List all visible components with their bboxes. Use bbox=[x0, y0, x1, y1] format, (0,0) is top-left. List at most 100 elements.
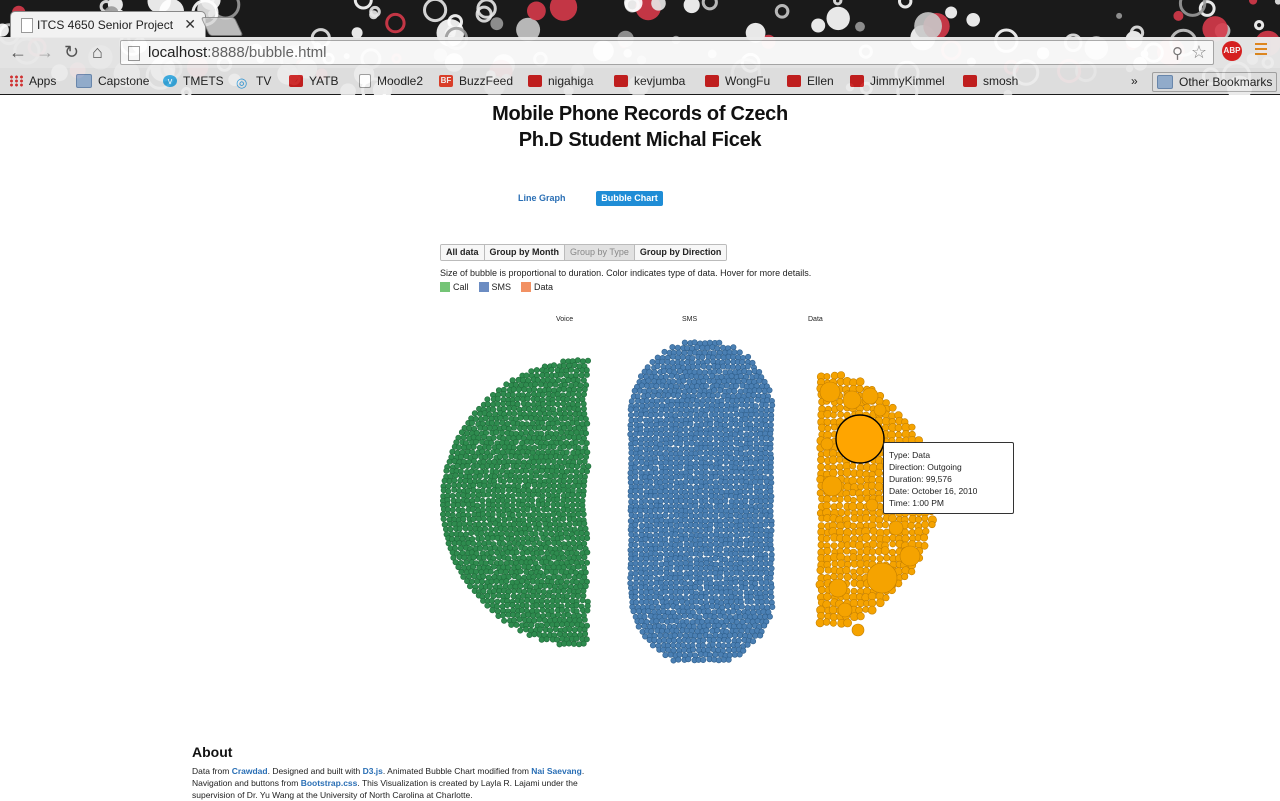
sms-bubble[interactable] bbox=[691, 388, 698, 395]
voice-bubble[interactable] bbox=[511, 588, 518, 595]
data-bubble[interactable] bbox=[882, 594, 890, 602]
sms-bubble[interactable] bbox=[715, 657, 722, 664]
sms-bubble[interactable] bbox=[632, 513, 639, 520]
sms-bubble[interactable] bbox=[642, 560, 649, 567]
sms-bubble[interactable] bbox=[687, 420, 694, 427]
voice-bubble[interactable] bbox=[440, 516, 447, 523]
voice-bubble[interactable] bbox=[537, 381, 544, 388]
sms-bubble[interactable] bbox=[691, 339, 698, 346]
voice-bubble[interactable] bbox=[534, 592, 541, 599]
voice-bubble[interactable] bbox=[523, 372, 530, 379]
voice-bubble[interactable] bbox=[502, 453, 509, 460]
sms-bubble[interactable] bbox=[698, 401, 705, 408]
voice-bubble[interactable] bbox=[583, 371, 590, 378]
sms-bubble[interactable] bbox=[660, 646, 667, 653]
data-bubble[interactable] bbox=[849, 488, 857, 497]
sms-bubble[interactable] bbox=[662, 492, 669, 499]
sms-bubble[interactable] bbox=[648, 421, 655, 428]
voice-bubble[interactable] bbox=[569, 491, 576, 498]
sms-bubble[interactable] bbox=[649, 358, 656, 365]
sms-bubble[interactable] bbox=[748, 569, 755, 576]
sms-bubble[interactable] bbox=[717, 464, 724, 471]
voice-bubble[interactable] bbox=[579, 468, 586, 475]
sms-bubble[interactable] bbox=[657, 555, 664, 562]
sms-bubble[interactable] bbox=[718, 594, 725, 601]
voice-bubble[interactable] bbox=[512, 439, 519, 446]
voice-bubble[interactable] bbox=[487, 583, 494, 590]
data-bubble[interactable] bbox=[875, 598, 885, 608]
data-bubble[interactable] bbox=[868, 598, 877, 608]
voice-bubble[interactable] bbox=[486, 521, 493, 528]
nai-saevang-link[interactable]: Nai Saevang bbox=[531, 766, 582, 776]
bookmark-jimmykimmel[interactable]: JimmyKimmel bbox=[850, 72, 945, 90]
data-bubble[interactable] bbox=[876, 521, 883, 529]
voice-bubble[interactable] bbox=[474, 463, 481, 470]
sms-bubble[interactable] bbox=[642, 579, 649, 586]
sms-bubble[interactable] bbox=[713, 588, 720, 595]
voice-bubble[interactable] bbox=[502, 415, 509, 422]
voice-bubble[interactable] bbox=[485, 444, 492, 451]
voice-bubble[interactable] bbox=[524, 395, 531, 402]
sms-bubble[interactable] bbox=[697, 430, 704, 437]
voice-bubble[interactable] bbox=[533, 602, 540, 609]
voice-bubble[interactable] bbox=[580, 511, 587, 518]
data-bubble[interactable] bbox=[856, 476, 865, 485]
sms-bubble[interactable] bbox=[647, 574, 654, 581]
data-bubble[interactable] bbox=[856, 579, 865, 589]
voice-bubble[interactable] bbox=[531, 631, 538, 638]
voice-bubble[interactable] bbox=[544, 506, 551, 513]
data-bubble[interactable] bbox=[868, 488, 876, 496]
voice-bubble[interactable] bbox=[525, 611, 532, 618]
sms-bubble[interactable] bbox=[687, 402, 694, 409]
voice-bubble[interactable] bbox=[552, 626, 559, 633]
voice-bubble[interactable] bbox=[546, 583, 553, 590]
data-bubble[interactable] bbox=[855, 554, 864, 562]
sms-bubble[interactable] bbox=[657, 479, 664, 486]
voice-bubble[interactable] bbox=[559, 534, 566, 541]
voice-bubble[interactable] bbox=[551, 424, 558, 431]
voice-bubble[interactable] bbox=[516, 478, 523, 485]
voice-bubble[interactable] bbox=[540, 401, 547, 408]
voice-bubble[interactable] bbox=[568, 366, 575, 373]
sms-bubble[interactable] bbox=[758, 541, 765, 548]
voice-bubble[interactable] bbox=[539, 607, 546, 614]
voice-bubble[interactable] bbox=[528, 473, 535, 480]
sms-bubble[interactable] bbox=[762, 450, 769, 457]
sms-bubble[interactable] bbox=[720, 354, 727, 361]
voice-bubble[interactable] bbox=[532, 381, 539, 388]
voice-bubble[interactable] bbox=[528, 439, 535, 446]
voice-bubble[interactable] bbox=[504, 593, 511, 600]
voice-bubble[interactable] bbox=[469, 506, 476, 513]
voice-bubble[interactable] bbox=[530, 491, 537, 498]
sms-bubble[interactable] bbox=[647, 565, 654, 572]
sms-bubble[interactable] bbox=[648, 536, 655, 543]
sms-bubble[interactable] bbox=[718, 402, 725, 409]
voice-bubble[interactable] bbox=[489, 511, 496, 518]
sms-bubble[interactable] bbox=[652, 593, 659, 600]
voice-bubble[interactable] bbox=[536, 616, 543, 623]
data-bubble[interactable] bbox=[883, 554, 891, 562]
sms-bubble[interactable] bbox=[717, 546, 724, 553]
sms-bubble[interactable] bbox=[677, 521, 684, 528]
voice-bubble[interactable] bbox=[501, 617, 508, 624]
sms-bubble[interactable] bbox=[705, 622, 712, 629]
voice-bubble[interactable] bbox=[537, 626, 544, 633]
sms-bubble[interactable] bbox=[690, 646, 697, 653]
sms-bubble[interactable] bbox=[653, 599, 660, 606]
sms-bubble[interactable] bbox=[637, 560, 644, 567]
voice-bubble[interactable] bbox=[519, 448, 526, 455]
data-bubble[interactable] bbox=[837, 559, 846, 568]
voice-bubble[interactable] bbox=[477, 545, 484, 552]
voice-bubble[interactable] bbox=[470, 516, 477, 523]
sms-bubble[interactable] bbox=[738, 570, 745, 577]
voice-bubble[interactable] bbox=[554, 401, 561, 408]
sms-bubble[interactable] bbox=[720, 656, 727, 663]
sms-bubble[interactable] bbox=[723, 469, 730, 476]
sms-bubble[interactable] bbox=[692, 522, 699, 529]
sms-bubble[interactable] bbox=[652, 444, 659, 451]
bootstrap-link[interactable]: Bootstrap.css bbox=[301, 778, 358, 788]
voice-bubble[interactable] bbox=[513, 621, 520, 628]
sms-bubble[interactable] bbox=[657, 569, 664, 576]
voice-bubble[interactable] bbox=[558, 578, 565, 585]
sms-bubble[interactable] bbox=[664, 603, 671, 610]
